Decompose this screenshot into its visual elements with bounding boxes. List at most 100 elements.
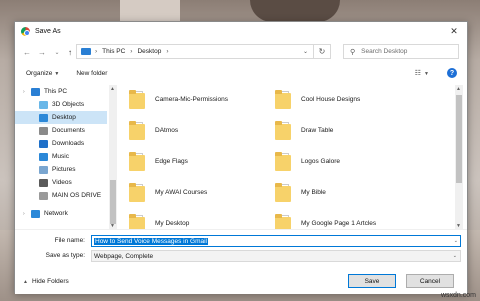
- background-shape: [120, 0, 180, 22]
- new-folder-button[interactable]: New folder: [76, 70, 107, 77]
- sidebar-item-label: MAIN OS DRIVE: [52, 192, 102, 199]
- cancel-button[interactable]: Cancel: [406, 274, 454, 288]
- file-name: Draw Table: [301, 127, 334, 134]
- file-item[interactable]: Camera-Mic-Permissions: [129, 86, 279, 113]
- forward-button[interactable]: →: [36, 45, 48, 59]
- title-bar: Save As ✕: [15, 22, 467, 41]
- search-input[interactable]: [361, 48, 452, 55]
- folder-icon: [129, 89, 145, 111]
- pictures-icon: [39, 165, 48, 174]
- sidebar-item-label: 3D Objects: [52, 101, 85, 108]
- folder-icon: [129, 120, 145, 142]
- sidebar-item-label: Music: [52, 153, 69, 160]
- search-icon: ⚲: [350, 48, 356, 56]
- sidebar-item-label: Videos: [52, 179, 72, 186]
- desktop-icon: [39, 113, 48, 122]
- file-item[interactable]: My AWAI Courses: [129, 179, 279, 206]
- breadcrumb-this-pc[interactable]: This PC: [102, 48, 125, 55]
- scroll-up-icon[interactable]: ▲: [456, 86, 461, 92]
- expand-chevron-icon[interactable]: ›: [23, 89, 31, 95]
- videos-icon: [39, 178, 48, 187]
- breadcrumb-separator: ›: [95, 48, 98, 55]
- scrollbar-thumb[interactable]: [110, 180, 116, 224]
- up-button[interactable]: ↑: [64, 45, 76, 59]
- address-bar[interactable]: › This PC › Desktop › ⌄ ↻: [76, 44, 331, 59]
- save-as-type-select[interactable]: Webpage, Complete ⌄: [91, 250, 461, 262]
- computer-icon: [31, 87, 40, 96]
- breadcrumb-separator: ›: [130, 48, 133, 55]
- file-list-scrollbar[interactable]: ▲ ▼: [455, 85, 463, 229]
- file-name: My AWAI Courses: [155, 189, 208, 196]
- help-icon[interactable]: ?: [447, 68, 457, 78]
- search-box[interactable]: ⚲: [343, 44, 459, 59]
- file-item[interactable]: Draw Table: [275, 117, 425, 144]
- scroll-up-icon[interactable]: ▲: [110, 86, 115, 92]
- back-button[interactable]: ←: [21, 45, 33, 59]
- view-icon: ☷: [414, 70, 422, 77]
- folder-icon: [275, 151, 291, 173]
- chevron-down-icon[interactable]: ⌄: [454, 238, 458, 244]
- navigation-bar: ← → ⌄ ↑ › This PC › Desktop › ⌄ ↻ ⚲: [15, 44, 467, 60]
- sidebar-item[interactable]: Documents: [15, 124, 107, 137]
- refresh-icon[interactable]: ↻: [313, 44, 330, 59]
- sidebar-item-label: Documents: [52, 127, 85, 134]
- navigation-pane-scrollbar[interactable]: ▲ ▼: [109, 85, 117, 229]
- sidebar-item-label: Network: [44, 210, 68, 217]
- sidebar-item[interactable]: Music: [15, 150, 107, 163]
- folder-icon: [275, 182, 291, 204]
- file-name-field[interactable]: How to Send Voice Messages in Gmail ⌄: [91, 235, 461, 247]
- expand-chevron-icon[interactable]: ›: [23, 211, 31, 217]
- breadcrumb-desktop[interactable]: Desktop: [137, 48, 161, 55]
- sidebar-item[interactable]: 3D Objects: [15, 98, 107, 111]
- file-item[interactable]: DAtmos: [129, 117, 279, 144]
- folder-icon: [129, 182, 145, 204]
- hide-folders-label: Hide Folders: [31, 278, 69, 285]
- chevron-down-icon: ⌄: [452, 253, 457, 259]
- dialog-title: Save As: [35, 28, 61, 35]
- save-button[interactable]: Save: [348, 274, 396, 288]
- organize-label: Organize: [26, 69, 53, 77]
- file-item[interactable]: My Google Page 1 Artcles: [275, 210, 425, 229]
- watermark-text: wsxdn.com: [440, 292, 476, 299]
- file-name: Edge Flags: [155, 158, 188, 165]
- file-item[interactable]: My Bible: [275, 179, 425, 206]
- save-as-type-label: Save as type:: [45, 252, 85, 259]
- folder-icon: [129, 151, 145, 173]
- organize-menu[interactable]: Organize ▼: [26, 70, 59, 77]
- sidebar-item[interactable]: › This PC: [15, 85, 107, 98]
- chevron-down-icon: ▼: [424, 71, 429, 77]
- sidebar-item-label: Pictures: [52, 166, 76, 173]
- file-list: Camera-Mic-Permissions Cool House Designs…: [119, 85, 451, 229]
- navigation-pane: › This PC 3D Objects Desktop Documents Downlo…: [15, 85, 107, 229]
- sidebar-item[interactable]: Downloads: [15, 137, 107, 150]
- view-options-button[interactable]: ☷ ▼: [415, 69, 429, 77]
- close-button[interactable]: ✕: [441, 22, 467, 41]
- folder-icon: [275, 120, 291, 142]
- folder-icon: [275, 89, 291, 111]
- folder-icon: [129, 213, 145, 229]
- scrollbar-thumb[interactable]: [456, 95, 462, 183]
- chevron-up-icon: ▲: [23, 278, 28, 285]
- sidebar-item[interactable]: Desktop: [15, 111, 107, 124]
- sidebar-item-label: This PC: [44, 88, 68, 95]
- hide-folders-toggle[interactable]: ▲ Hide Folders: [23, 278, 69, 285]
- file-item[interactable]: Edge Flags: [129, 148, 279, 175]
- chevron-down-icon[interactable]: ⌄: [303, 48, 308, 55]
- sidebar-item[interactable]: MAIN OS DRIVE: [15, 189, 107, 202]
- save-as-dialog: Save As ✕ ← → ⌄ ↑ › This PC › Desktop › …: [14, 21, 468, 294]
- file-item[interactable]: My Desktop: [129, 210, 279, 229]
- chrome-icon: [21, 27, 30, 36]
- sidebar-item-label: Desktop: [52, 114, 76, 121]
- file-name: DAtmos: [155, 127, 179, 134]
- file-name: Logos Galore: [301, 158, 341, 165]
- file-item[interactable]: Cool House Designs: [275, 86, 425, 113]
- file-name-value[interactable]: How to Send Voice Messages in Gmail: [94, 237, 208, 245]
- computer-icon: [81, 48, 91, 55]
- recent-locations-button[interactable]: ⌄: [51, 45, 63, 59]
- sidebar-item[interactable]: Videos: [15, 176, 107, 189]
- sidebar-item[interactable]: › Network: [15, 207, 107, 220]
- file-name: My Desktop: [155, 220, 190, 227]
- file-item[interactable]: Logos Galore: [275, 148, 425, 175]
- file-name: Camera-Mic-Permissions: [155, 96, 228, 103]
- sidebar-item[interactable]: Pictures: [15, 163, 107, 176]
